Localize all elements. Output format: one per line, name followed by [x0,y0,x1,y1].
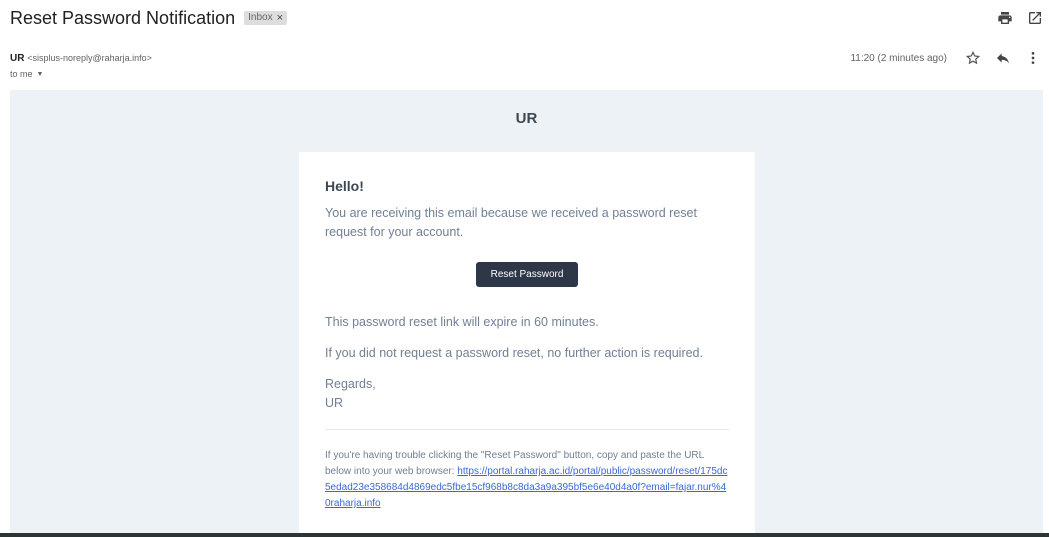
divider [325,429,729,430]
sender-name[interactable]: UR [10,53,24,64]
subcopy: If you're having trouble clicking the "R… [325,448,729,512]
email-card: Hello! You are receiving this email beca… [299,152,755,537]
chevron-down-icon[interactable]: ▼ [37,71,44,78]
email-body: UR Hello! You are receiving this email b… [10,90,1043,537]
no-action-note: If you did not request a password reset,… [325,346,703,360]
signoff: Regards, UR [325,375,729,413]
message-meta: 11:20 (2 minutes ago) [850,50,1041,66]
label-text: Inbox [248,12,273,23]
subject-row: Reset Password Notification Inbox × [10,6,288,30]
remove-label-icon[interactable]: × [277,11,283,25]
reply-icon[interactable] [995,50,1011,66]
to-label: to me [10,69,33,79]
expiry-note: This password reset link will expire in … [325,315,599,329]
brand-header[interactable]: UR [10,110,1043,127]
open-in-new-icon[interactable] [1027,10,1043,26]
regards-text: Regards, [325,377,376,391]
sender-email: <sisplus-noreply@raharja.info> [27,53,152,63]
bottom-bar [0,533,1049,537]
signature-text: UR [325,396,344,410]
email-card-content: Hello! You are receiving this email beca… [325,178,729,512]
email-subject: Reset Password Notification [10,7,236,28]
intro-paragraph: You are receiving this email because we … [325,206,697,239]
button-container: Reset Password [325,262,729,287]
top-actions [997,10,1043,26]
recipients-row[interactable]: to me ▼ [10,69,43,79]
reset-password-button[interactable]: Reset Password [475,262,579,287]
printer-icon[interactable] [997,10,1013,26]
timestamp: 11:20 (2 minutes ago) [850,52,947,64]
inbox-label-chip[interactable]: Inbox × [244,11,288,25]
star-icon[interactable] [965,50,981,66]
sender-row: UR <sisplus-noreply@raharja.info> [10,53,152,64]
more-vert-icon[interactable] [1025,50,1041,66]
greeting: Hello! [325,178,364,194]
